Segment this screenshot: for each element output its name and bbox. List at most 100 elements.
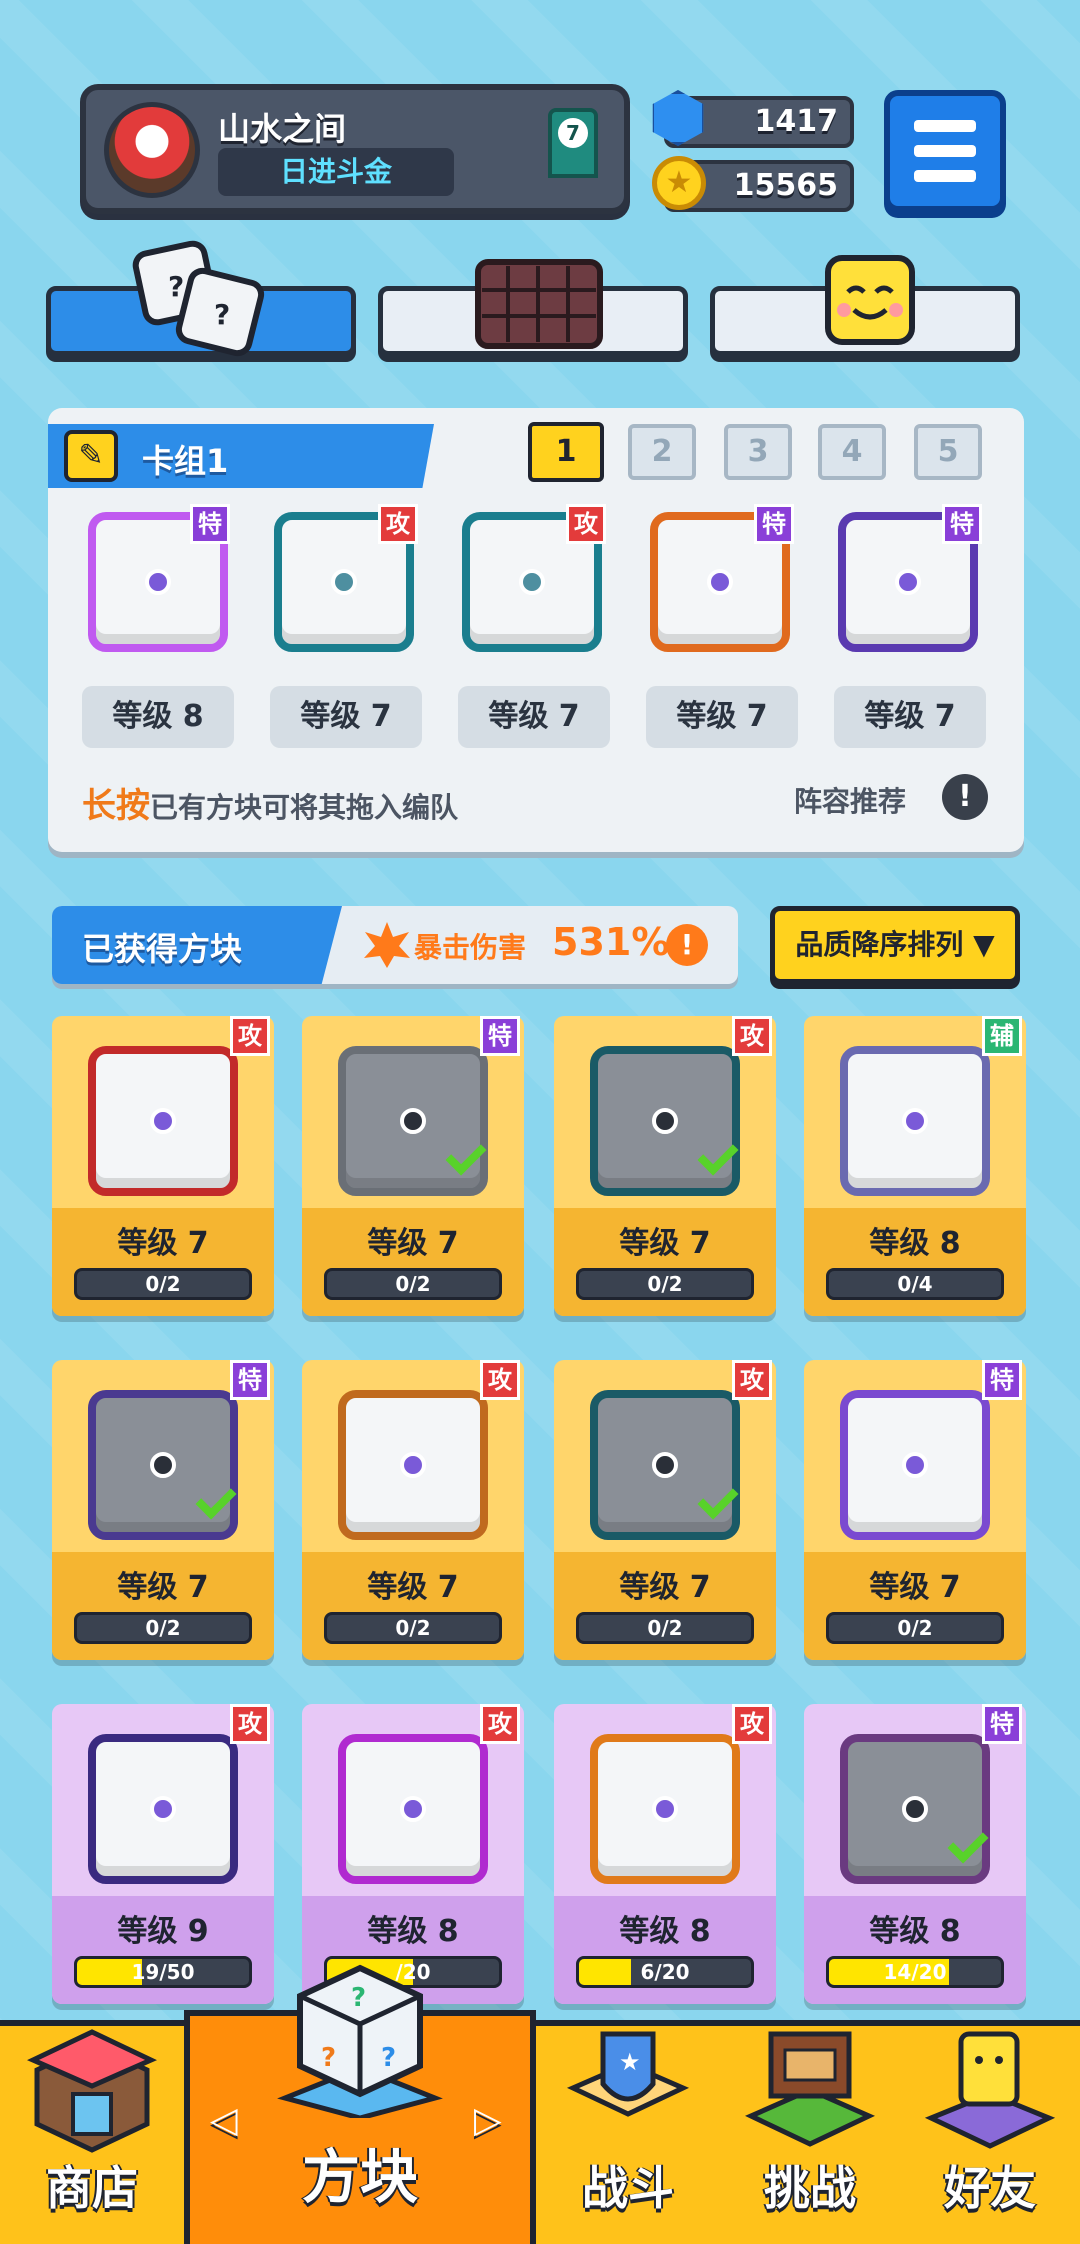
svg-text:?: ?: [381, 2043, 396, 2073]
owned-title: 已获得方块: [82, 930, 243, 968]
owned-block-card[interactable]: 攻等级 7 0/2: [554, 1016, 776, 1316]
upgrade-progress-text: 6/20: [640, 1960, 690, 1984]
battle-shield-icon: ★: [566, 2031, 690, 2117]
owned-block-card[interactable]: 辅等级 8 0/4: [804, 1016, 1026, 1316]
upgrade-progress-text: 0/2: [145, 1616, 181, 1640]
info-exclamation-icon[interactable]: !: [942, 774, 988, 820]
deck-slot-4-level: 等级 7: [646, 686, 798, 748]
upgrade-progress-bar: 0/2: [324, 1268, 502, 1300]
deck-tab-1[interactable]: 1: [528, 422, 604, 482]
deck-slot-2-level: 等级 7: [270, 686, 422, 748]
hint-highlight: 长按: [82, 786, 150, 826]
owned-block-card[interactable]: 攻等级 8 6/20: [554, 1704, 776, 2004]
block-die: [590, 1734, 740, 1884]
deck-tab-3[interactable]: 3: [724, 424, 792, 480]
lineup-recommend-link[interactable]: 阵容推荐: [794, 780, 906, 820]
upgrade-progress-bar: 0/2: [576, 1612, 754, 1644]
upgrade-progress-text: 14/20: [883, 1960, 947, 1984]
deck-slot-5-level: 等级 7: [834, 686, 986, 748]
block-die: [840, 1046, 990, 1196]
friends-icon: [925, 2031, 1055, 2149]
block-level: 等级 7: [117, 1226, 209, 1261]
nav-shop[interactable]: 商店: [0, 2020, 184, 2244]
upgrade-progress-text: 0/2: [395, 1616, 431, 1640]
block-die: [88, 1046, 238, 1196]
block-type-tag: 特: [230, 1360, 270, 1400]
block-level: 等级 7: [869, 1570, 961, 1605]
block-level: 等级 8: [367, 1914, 459, 1949]
block-type-tag: 攻: [732, 1704, 772, 1744]
upgrade-progress-text: 0/2: [647, 1272, 683, 1296]
drag-hint: 长按已有方块可将其拖入编队: [82, 778, 458, 827]
deck-panel: ✎ 卡组1 1 2 3 4 5 特 等级 8 攻 等级 7 攻 等级 7 特 等…: [48, 408, 1024, 852]
block-level: 等级 9: [117, 1914, 209, 1949]
upgrade-progress-text: 0/4: [897, 1272, 933, 1296]
player-profile[interactable]: 山水之间 日进斗金 7: [80, 84, 630, 214]
avatar[interactable]: [104, 102, 200, 198]
nav-friends[interactable]: 好友: [900, 2020, 1080, 2244]
block-level: 等级 7: [619, 1226, 711, 1261]
tag-attack: 攻: [378, 504, 418, 544]
nav-challenge[interactable]: 挑战: [720, 2020, 900, 2244]
smiley-emote-icon: [825, 255, 915, 345]
upgrade-progress-bar: 19/50: [74, 1956, 252, 1988]
block-level: 等级 7: [367, 1570, 459, 1605]
block-level: 等级 7: [117, 1570, 209, 1605]
upgrade-progress-bar: 0/4: [826, 1268, 1004, 1300]
owned-block-card[interactable]: 攻等级 9 19/50: [52, 1704, 274, 2004]
blocks-icon: ? ? ?: [277, 1964, 443, 2118]
deck-tab-4[interactable]: 4: [818, 424, 886, 480]
block-level: 等级 8: [619, 1914, 711, 1949]
block-level: 等级 8: [869, 1226, 961, 1261]
block-type-tag: 辅: [982, 1016, 1022, 1056]
nav-friends-label: 好友: [944, 2161, 1036, 2215]
nav-challenge-label: 挑战: [764, 2161, 856, 2215]
tag-special: 特: [942, 504, 982, 544]
owned-block-card[interactable]: 特等级 7 0/2: [52, 1360, 274, 1660]
crit-damage-value: 531%: [552, 920, 670, 964]
block-type-tag: 攻: [732, 1360, 772, 1400]
sort-quality-button[interactable]: 品质降序排列 ▼: [770, 906, 1020, 984]
upgrade-progress-bar: 0/2: [324, 1612, 502, 1644]
tag-special: 特: [190, 504, 230, 544]
deck-tab-2[interactable]: 2: [628, 424, 696, 480]
owned-block-card[interactable]: 攻等级 7 0/2: [302, 1360, 524, 1660]
crit-info-icon[interactable]: !: [666, 924, 708, 966]
upgrade-progress-text: 0/2: [145, 1272, 181, 1296]
svg-text:?: ?: [351, 1983, 366, 2013]
upgrade-progress-bar: 0/2: [74, 1612, 252, 1644]
edit-pencil-icon[interactable]: ✎: [64, 430, 118, 482]
deck-slot-1-level: 等级 8: [82, 686, 234, 748]
tag-special: 特: [754, 504, 794, 544]
deck-slot-3-level: 等级 7: [458, 686, 610, 748]
menu-button[interactable]: [884, 90, 1006, 212]
block-die: [840, 1390, 990, 1540]
owned-block-card[interactable]: 攻等级 7 0/2: [554, 1360, 776, 1660]
owned-block-card[interactable]: 攻等级 7 0/2: [52, 1016, 274, 1316]
rank-ribbon-icon[interactable]: 7: [548, 108, 598, 178]
tag-attack: 攻: [566, 504, 606, 544]
nav-blocks[interactable]: ? ? ? ◁ ▷ 方块: [184, 1964, 536, 2244]
coin-icon: ★: [652, 156, 706, 210]
owned-block-card[interactable]: 特等级 8 14/20: [804, 1704, 1026, 2004]
block-type-tag: 特: [982, 1704, 1022, 1744]
coin-amount: 15565: [733, 168, 838, 203]
shop-icon: [27, 2029, 157, 2153]
nav-battle[interactable]: ★ 战斗: [536, 2020, 720, 2244]
block-die: [338, 1734, 488, 1884]
board-icon: [475, 259, 603, 349]
block-type-tag: 特: [982, 1360, 1022, 1400]
menu-icon: [914, 120, 976, 132]
gem-amount: 1417: [754, 104, 839, 139]
svg-text:★: ★: [619, 2048, 641, 2076]
nav-battle-label: 战斗: [582, 2161, 674, 2215]
deck-tab-5[interactable]: 5: [914, 424, 982, 480]
owned-block-card[interactable]: 特等级 7 0/2: [302, 1016, 524, 1316]
upgrade-progress-bar: 0/2: [74, 1268, 252, 1300]
player-title-badge: 日进斗金: [218, 148, 454, 196]
block-type-tag: 特: [480, 1016, 520, 1056]
upgrade-progress-bar: 14/20: [826, 1956, 1004, 1988]
hint-text: 已有方块可将其拖入编队: [150, 791, 459, 824]
upgrade-progress-text: 0/2: [897, 1616, 933, 1640]
owned-block-card[interactable]: 特等级 7 0/2: [804, 1360, 1026, 1660]
